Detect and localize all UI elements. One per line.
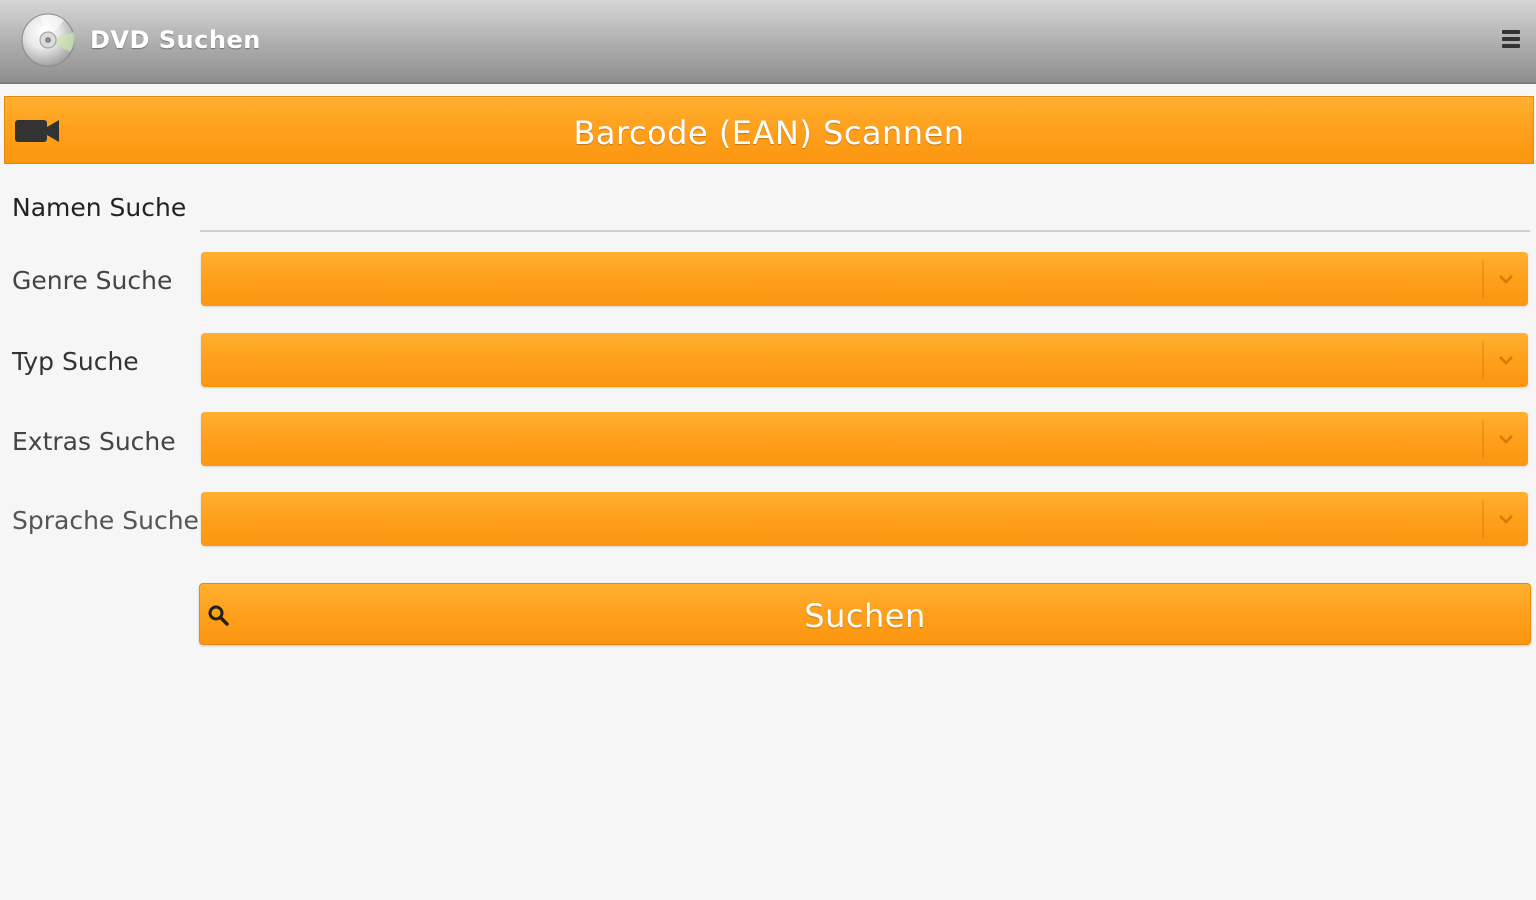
scan-barcode-label: Barcode (EAN) Scannen: [573, 114, 965, 152]
chevron-down-icon: [1499, 275, 1513, 284]
dvd-disc-icon[interactable]: [20, 12, 76, 68]
chevron-down-icon: [1499, 356, 1513, 365]
name-search-input[interactable]: [200, 184, 1530, 232]
search-button-label: Suchen: [804, 597, 926, 635]
select-divider: [1482, 341, 1484, 379]
sprache-select[interactable]: [201, 492, 1528, 546]
chevron-down-icon: [1499, 435, 1513, 444]
name-search-label: Namen Suche: [12, 193, 187, 222]
sprache-search-label: Sprache Suche: [12, 506, 199, 535]
search-button[interactable]: Suchen: [199, 583, 1531, 645]
typ-search-label: Typ Suche: [12, 347, 139, 376]
app-title: DVD Suchen: [90, 26, 261, 54]
chevron-down-icon: [1499, 515, 1513, 524]
typ-select[interactable]: [201, 333, 1528, 387]
select-divider: [1482, 260, 1484, 298]
genre-select[interactable]: [201, 252, 1528, 306]
extras-select[interactable]: [201, 412, 1528, 466]
select-divider: [1482, 500, 1484, 538]
genre-search-label: Genre Suche: [12, 266, 173, 295]
select-divider: [1482, 420, 1484, 458]
action-bar: DVD Suchen: [0, 0, 1536, 84]
extras-search-label: Extras Suche: [12, 427, 176, 456]
scan-barcode-button[interactable]: Barcode (EAN) Scannen: [4, 96, 1534, 164]
overflow-menu-icon[interactable]: [1502, 30, 1522, 54]
